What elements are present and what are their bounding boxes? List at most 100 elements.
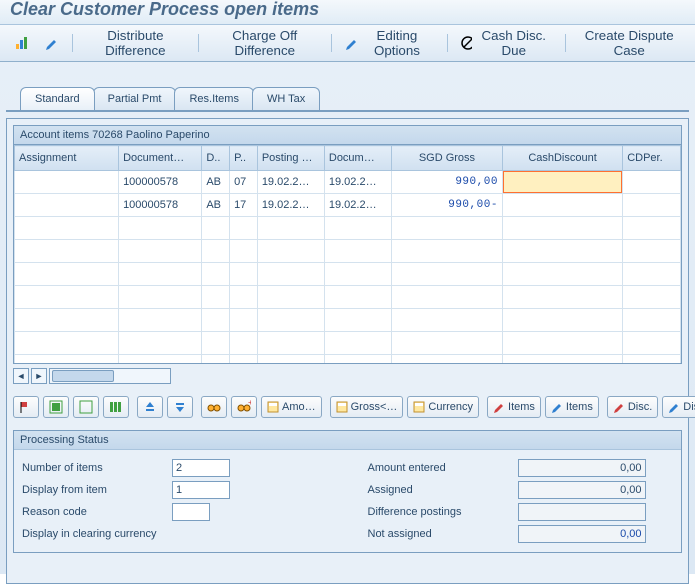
cell-p[interactable]	[230, 263, 258, 286]
tab-partial-pmt[interactable]: Partial Pmt	[93, 87, 177, 110]
cell-assignment[interactable]	[15, 171, 119, 194]
distribute-diff-button[interactable]: Distribute Difference	[79, 32, 192, 54]
cell-docum[interactable]	[324, 263, 391, 286]
cell-assignment[interactable]	[15, 286, 119, 309]
cell-cdper[interactable]	[623, 194, 681, 217]
cell-cdper[interactable]	[623, 240, 681, 263]
reason-code-input[interactable]	[172, 503, 210, 521]
cell-cashdisc[interactable]	[502, 194, 622, 217]
cell-cashdisc[interactable]	[502, 171, 622, 194]
cell-sgd[interactable]	[391, 286, 502, 309]
cell-p[interactable]	[230, 240, 258, 263]
cell-d[interactable]: AB	[202, 194, 230, 217]
table-row[interactable]: 100000578AB1719.02.2…19.02.2…990,00-	[15, 194, 681, 217]
cell-cdper[interactable]	[623, 217, 681, 240]
cell-posting[interactable]	[257, 309, 324, 332]
cell-posting[interactable]: 19.02.2…	[257, 194, 324, 217]
cell-p[interactable]: 07	[230, 171, 258, 194]
col-posting[interactable]: Posting …	[257, 146, 324, 171]
select-block-btn[interactable]	[103, 396, 129, 418]
cell-cdper[interactable]	[623, 332, 681, 355]
cell-document[interactable]	[119, 240, 202, 263]
scroll-right[interactable]: ►	[31, 368, 47, 384]
cell-docum[interactable]	[324, 309, 391, 332]
cell-cdper[interactable]	[623, 286, 681, 309]
num-items-input[interactable]	[172, 459, 230, 477]
sort-asc-btn[interactable]	[137, 396, 163, 418]
cell-p[interactable]: 17	[230, 194, 258, 217]
cell-posting[interactable]	[257, 263, 324, 286]
cell-posting[interactable]	[257, 240, 324, 263]
cell-p[interactable]	[230, 217, 258, 240]
table-row[interactable]	[15, 217, 681, 240]
display-from-input[interactable]	[172, 481, 230, 499]
cell-cdper[interactable]	[623, 263, 681, 286]
table-row[interactable]	[15, 286, 681, 309]
cell-d[interactable]	[202, 263, 230, 286]
cell-docum[interactable]	[324, 332, 391, 355]
cell-assignment[interactable]	[15, 355, 119, 365]
table-row[interactable]	[15, 355, 681, 365]
cell-docum[interactable]: 19.02.2…	[324, 194, 391, 217]
cell-d[interactable]	[202, 240, 230, 263]
select-all-btn[interactable]	[43, 396, 69, 418]
deselect-all-btn[interactable]	[73, 396, 99, 418]
cell-sgd[interactable]: 990,00	[391, 171, 502, 194]
grid-hscroll[interactable]: ◄ ►	[13, 368, 682, 384]
disc-off-btn[interactable]: Disc.	[662, 396, 695, 418]
cell-sgd[interactable]	[391, 240, 502, 263]
cell-docum[interactable]	[324, 286, 391, 309]
col-d[interactable]: D..	[202, 146, 230, 171]
find-next-btn[interactable]: +	[231, 396, 257, 418]
col-sgd-gross[interactable]: SGD Gross	[391, 146, 502, 171]
cell-assignment[interactable]	[15, 263, 119, 286]
col-p[interactable]: P..	[230, 146, 258, 171]
col-document[interactable]: Document…	[119, 146, 202, 171]
table-row[interactable]	[15, 309, 681, 332]
cell-sgd[interactable]	[391, 332, 502, 355]
amount-btn[interactable]: Amo…	[261, 396, 322, 418]
cell-document[interactable]: 100000578	[119, 171, 202, 194]
sort-desc-btn[interactable]	[167, 396, 193, 418]
cell-p[interactable]	[230, 355, 258, 365]
col-cashdiscount[interactable]: CashDiscount	[502, 146, 622, 171]
tab-standard[interactable]: Standard	[20, 87, 95, 110]
cell-cashdisc[interactable]	[502, 217, 622, 240]
cell-d[interactable]: AB	[202, 171, 230, 194]
cell-docum[interactable]	[324, 217, 391, 240]
cell-sgd[interactable]	[391, 217, 502, 240]
cell-posting[interactable]	[257, 286, 324, 309]
cell-document[interactable]	[119, 217, 202, 240]
scroll-left[interactable]: ◄	[13, 368, 29, 384]
charge-off-button[interactable]: Charge Off Difference	[205, 32, 325, 54]
cash-disc-button[interactable]: Cash Disc. Due	[454, 32, 559, 54]
cell-document[interactable]: 100000578	[119, 194, 202, 217]
cell-d[interactable]	[202, 217, 230, 240]
cell-document[interactable]	[119, 309, 202, 332]
cell-posting[interactable]: 19.02.2…	[257, 171, 324, 194]
graph-button[interactable]	[8, 32, 36, 54]
edit-small-button[interactable]	[38, 32, 66, 54]
cell-cashdisc[interactable]	[502, 355, 622, 365]
cell-sgd[interactable]: 990,00-	[391, 194, 502, 217]
cell-assignment[interactable]	[15, 217, 119, 240]
cell-posting[interactable]	[257, 217, 324, 240]
table-row[interactable]: 100000578AB0719.02.2…19.02.2…990,00	[15, 171, 681, 194]
cell-cashdisc[interactable]	[502, 263, 622, 286]
cell-assignment[interactable]	[15, 309, 119, 332]
items-off-btn[interactable]: Items	[545, 396, 599, 418]
table-row[interactable]	[15, 263, 681, 286]
cell-sgd[interactable]	[391, 263, 502, 286]
disc-on-btn[interactable]: Disc.	[607, 396, 658, 418]
cell-p[interactable]	[230, 332, 258, 355]
find-btn[interactable]	[201, 396, 227, 418]
items-grid[interactable]: Assignment Document… D.. P.. Posting … D…	[13, 144, 682, 364]
cell-document[interactable]	[119, 355, 202, 365]
cell-cashdisc[interactable]	[502, 309, 622, 332]
cell-d[interactable]	[202, 286, 230, 309]
editing-options-button[interactable]: Editing Options	[338, 32, 441, 54]
cell-document[interactable]	[119, 286, 202, 309]
cell-cdper[interactable]	[623, 355, 681, 365]
tab-wh-tax[interactable]: WH Tax	[252, 87, 320, 110]
cell-assignment[interactable]	[15, 332, 119, 355]
